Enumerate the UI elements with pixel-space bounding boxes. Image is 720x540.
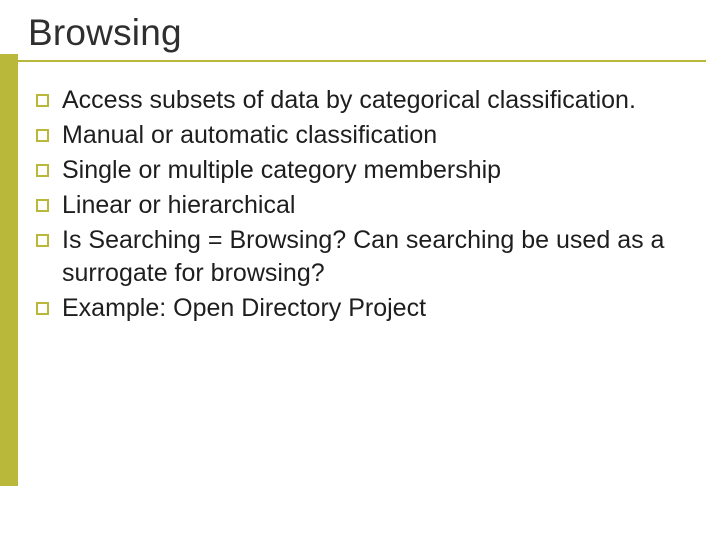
list-item: Linear or hierarchical: [36, 189, 696, 222]
list-item: Example: Open Directory Project: [36, 292, 696, 325]
square-bullet-icon: [36, 302, 49, 315]
slide-title: Browsing: [28, 12, 182, 54]
accent-sidebar: [0, 54, 18, 486]
square-bullet-icon: [36, 94, 49, 107]
bullet-text: Manual or automatic classification: [62, 119, 437, 152]
square-bullet-icon: [36, 129, 49, 142]
title-underline: [18, 60, 706, 62]
bullet-text: Is Searching = Browsing? Can searching b…: [62, 224, 696, 290]
bullet-text: Single or multiple category membership: [62, 154, 501, 187]
square-bullet-icon: [36, 199, 49, 212]
bullet-text: Linear or hierarchical: [62, 189, 295, 222]
bullet-text: Example: Open Directory Project: [62, 292, 426, 325]
bullet-list: Access subsets of data by categorical cl…: [36, 84, 696, 327]
list-item: Manual or automatic classification: [36, 119, 696, 152]
bullet-text: Access subsets of data by categorical cl…: [62, 84, 636, 117]
list-item: Access subsets of data by categorical cl…: [36, 84, 696, 117]
list-item: Is Searching = Browsing? Can searching b…: [36, 224, 696, 290]
square-bullet-icon: [36, 164, 49, 177]
list-item: Single or multiple category membership: [36, 154, 696, 187]
square-bullet-icon: [36, 234, 49, 247]
